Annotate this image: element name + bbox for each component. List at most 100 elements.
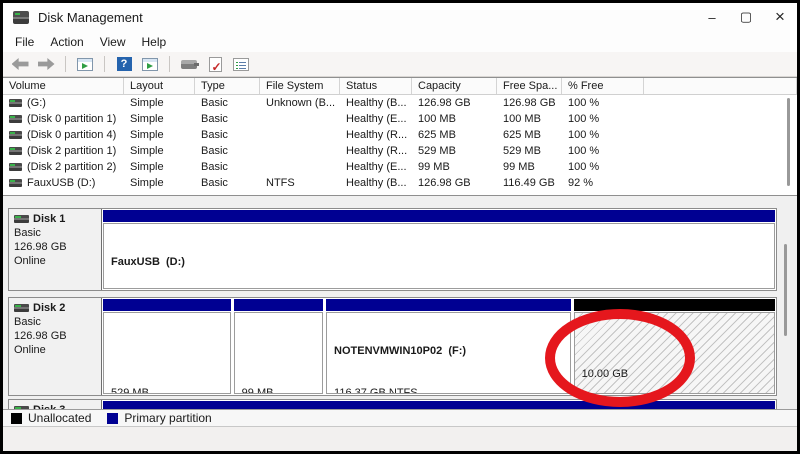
back-button[interactable]	[9, 54, 31, 74]
column-header-status[interactable]: Status	[340, 78, 412, 94]
volume-icon	[9, 179, 22, 187]
rescan-disks-button[interactable]	[178, 54, 200, 74]
partition-disk3[interactable]	[103, 401, 775, 409]
partition-size: 529 MB	[111, 387, 149, 394]
cell-file-system: Unknown (B...	[266, 97, 336, 109]
column-header-layout[interactable]: Layout	[124, 78, 195, 94]
partition-unallocated[interactable]: 10.00 GB Unallocated	[573, 299, 775, 394]
column-header-volume[interactable]: Volume	[3, 78, 124, 94]
partition-title: FauxUSB (D:)	[111, 256, 185, 268]
disk-type: Basic	[14, 316, 41, 328]
cell-capacity: 100 MB	[418, 113, 456, 125]
cell-capacity: 99 MB	[418, 161, 450, 173]
volume-list-scrollbar[interactable]	[782, 96, 794, 190]
close-button[interactable]: ×	[763, 3, 797, 31]
cell-type: Basic	[201, 145, 228, 157]
cell-capacity: 126.98 GB	[418, 177, 471, 189]
menu-help[interactable]: Help	[134, 33, 175, 51]
volume-row[interactable]: (G:) Simple Basic Unknown (B... Healthy …	[3, 95, 797, 111]
cell-status: Healthy (B...	[346, 97, 407, 109]
toolbar-separator	[169, 56, 170, 72]
disk-row-3: Disk 3	[8, 399, 777, 409]
column-header-file-system[interactable]: File System	[260, 78, 340, 94]
partition-fauxusb[interactable]: FauxUSB (D:) 126.98 GB NTFS Healthy (Bas…	[103, 210, 775, 289]
cell-volume: (Disk 2 partition 1)	[27, 145, 117, 157]
partition-notenvmwin10p02[interactable]: NOTENVMWIN10P02 (F:) 116.37 GB NTFS Heal…	[326, 299, 571, 394]
primary-partition-bar	[103, 401, 775, 409]
unallocated-bar	[573, 299, 775, 311]
graphical-pane-scrollbar[interactable]	[779, 244, 791, 344]
cell-free-space: 126.98 GB	[503, 97, 556, 109]
cell-capacity: 625 MB	[418, 129, 456, 141]
maximize-button[interactable]: ▢	[729, 3, 763, 31]
disk-name: Disk 3	[33, 403, 65, 409]
volume-icon	[9, 163, 22, 171]
legend-unallocated-label: Unallocated	[28, 411, 92, 425]
cell-free-space: 116.49 GB	[503, 177, 555, 189]
check-volume-button[interactable]	[204, 54, 226, 74]
disk-2-label[interactable]: Disk 2 Basic 126.98 GB Online	[9, 298, 102, 395]
partition-title	[242, 344, 322, 358]
volume-row[interactable]: (Disk 2 partition 2) Simple Basic Health…	[3, 159, 797, 175]
cell-file-system: NTFS	[266, 177, 295, 189]
unallocated-swatch	[11, 412, 22, 424]
disk-3-label[interactable]: Disk 3	[9, 400, 102, 409]
disk-1-label[interactable]: Disk 1 Basic 126.98 GB Online	[9, 209, 102, 290]
menu-file[interactable]: File	[7, 33, 42, 51]
cell-volume: FauxUSB (D:)	[27, 177, 96, 189]
minimize-button[interactable]: –	[695, 3, 729, 31]
cell-volume: (Disk 0 partition 1)	[27, 113, 117, 125]
cell-free-space: 625 MB	[503, 129, 541, 141]
cell-pct-free: 100 %	[568, 97, 600, 109]
partition-efi[interactable]: 99 MB Healthy (EFI Syst	[233, 299, 324, 394]
volume-row[interactable]: (Disk 0 partition 4) Simple Basic Health…	[3, 127, 797, 143]
scrollbar-thumb[interactable]	[787, 98, 790, 186]
properties-button[interactable]	[230, 54, 252, 74]
menu-bar: File Action View Help	[3, 31, 797, 52]
cell-status: Healthy (E...	[346, 113, 407, 125]
help-icon	[116, 57, 132, 71]
cell-volume: (Disk 0 partition 4)	[27, 129, 117, 141]
toolbar-separator	[104, 56, 105, 72]
volume-row[interactable]: (Disk 0 partition 1) Simple Basic Health…	[3, 111, 797, 127]
scrollbar-thumb[interactable]	[784, 244, 787, 336]
title-bar: Disk Management – ▢ ×	[3, 3, 797, 31]
toolbar	[3, 52, 797, 77]
column-header-capacity[interactable]: Capacity	[412, 78, 497, 94]
partition-recovery[interactable]: 529 MB Healthy (Recovery Partit	[103, 299, 231, 394]
show-console-tree-button[interactable]	[74, 54, 96, 74]
check-document-icon	[208, 56, 222, 74]
primary-partition-bar	[233, 299, 324, 311]
cell-pct-free: 100 %	[568, 129, 600, 141]
window-controls: – ▢ ×	[695, 3, 797, 31]
pane-splitter[interactable]	[3, 196, 797, 206]
menu-view[interactable]: View	[92, 33, 134, 51]
cell-status: Healthy (R...	[346, 129, 408, 141]
cell-pct-free: 100 %	[568, 113, 600, 125]
partition-size: 99 MB	[241, 387, 274, 394]
partition-title	[111, 344, 230, 358]
forward-button[interactable]	[35, 54, 57, 74]
volume-row[interactable]: (Disk 2 partition 1) Simple Basic Health…	[3, 143, 797, 159]
disk-row-2: Disk 2 Basic 126.98 GB Online 529 MB Hea…	[8, 297, 777, 396]
menu-action[interactable]: Action	[42, 33, 91, 51]
column-header-type[interactable]: Type	[195, 78, 260, 94]
primary-partition-swatch	[107, 412, 119, 424]
column-header-filler	[644, 78, 797, 94]
show-action-pane-button[interactable]	[139, 54, 161, 74]
properties-icon	[233, 57, 249, 71]
column-header-pct-free[interactable]: % Free	[562, 78, 644, 94]
volume-row[interactable]: FauxUSB (D:) Simple Basic NTFS Healthy (…	[3, 175, 797, 191]
help-button[interactable]	[113, 54, 135, 74]
cell-layout: Simple	[130, 145, 164, 157]
disk-management-window: Disk Management – ▢ × File Action View H…	[0, 0, 800, 454]
disk-state: Online	[14, 255, 46, 267]
graphical-view-pane: Disk 1 Basic 126.98 GB Online FauxUSB (D…	[3, 206, 797, 409]
cell-type: Basic	[201, 129, 228, 141]
action-pane-icon	[142, 57, 158, 71]
cell-volume: (G:)	[27, 97, 46, 109]
volume-list: Volume Layout Type File System Status Ca…	[3, 77, 797, 196]
disk-type: Basic	[14, 227, 41, 239]
volume-icon	[9, 131, 22, 139]
column-header-free-space[interactable]: Free Spa...	[497, 78, 562, 94]
